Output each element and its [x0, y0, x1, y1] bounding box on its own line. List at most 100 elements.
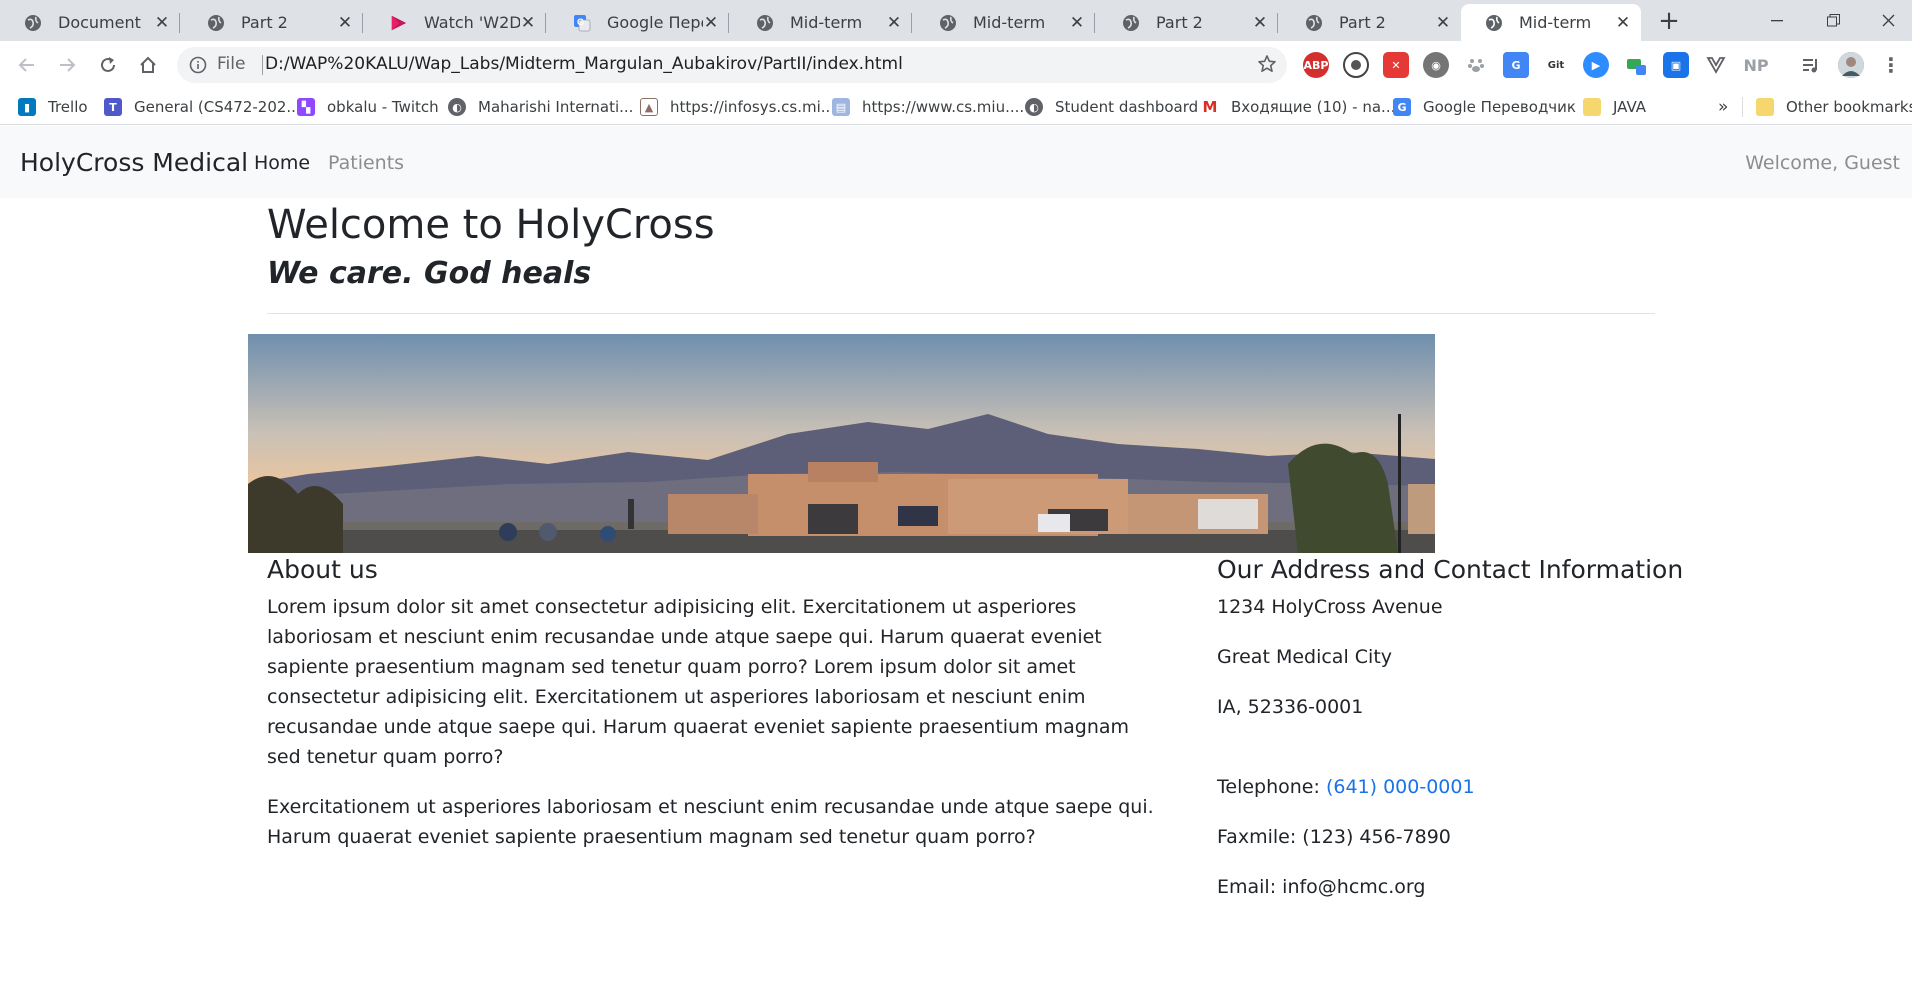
- site-navbar: HolyCross Medical Home Patients Welcome,…: [0, 126, 1912, 198]
- bookmark-label: Google Переводчик: [1423, 98, 1576, 116]
- browser-tab[interactable]: Part 2 ✕: [183, 4, 363, 41]
- browser-tab[interactable]: Mid-term ✕: [732, 4, 912, 41]
- media-control-icon[interactable]: [1798, 52, 1824, 78]
- globe-icon: [1305, 14, 1323, 32]
- site-brand[interactable]: HolyCross Medical: [20, 148, 248, 177]
- np-extension-icon[interactable]: NP: [1743, 52, 1769, 78]
- address-scheme: File: [217, 54, 246, 74]
- box-extension-icon[interactable]: ▣: [1663, 52, 1689, 78]
- vue-devtools-icon[interactable]: [1703, 52, 1729, 78]
- new-tab-button[interactable]: +: [1655, 8, 1683, 36]
- close-tab-icon[interactable]: ✕: [1069, 14, 1085, 31]
- address-url[interactable]: D:/WAP%20KALU/Wap_Labs/Midterm_Margulan_…: [265, 54, 903, 74]
- tab-separator: [728, 13, 729, 33]
- browser-toolbar: File D:/WAP%20KALU/Wap_Labs/Midterm_Marg…: [0, 41, 1912, 89]
- browser-menu-icon[interactable]: ⋮: [1878, 52, 1904, 78]
- bookmarks-overflow-button[interactable]: »: [1718, 95, 1728, 119]
- address-bar[interactable]: File D:/WAP%20KALU/Wap_Labs/Midterm_Marg…: [177, 47, 1287, 83]
- close-window-button[interactable]: [1860, 0, 1912, 41]
- about-paragraph: Exercitationem ut asperiores laboriosam …: [267, 796, 1154, 848]
- close-tab-icon[interactable]: ✕: [1615, 14, 1631, 31]
- close-tab-icon[interactable]: ✕: [703, 14, 719, 31]
- bookmark-label: Maharishi Internati...: [478, 98, 634, 116]
- nav-link-patients[interactable]: Patients: [328, 152, 404, 174]
- play-icon: [390, 14, 408, 32]
- minimize-window-button[interactable]: [1749, 0, 1805, 41]
- user-greeting: Welcome, Guest: [1745, 152, 1900, 174]
- gmail-icon: M: [1201, 98, 1219, 116]
- close-tab-icon[interactable]: ✕: [1435, 14, 1451, 31]
- bookmark-folder[interactable]: JAVA: [1583, 95, 1646, 119]
- browser-tab[interactable]: Part 2 ✕: [1281, 4, 1461, 41]
- web-page: HolyCross Medical Home Patients Welcome,…: [0, 126, 1912, 1008]
- adblock-plus-icon[interactable]: ABP: [1303, 52, 1329, 78]
- zoom-extension-icon[interactable]: ▶: [1583, 52, 1609, 78]
- browser-tab[interactable]: Watch 'W2D5 - ✕: [366, 4, 546, 41]
- google-translate-extension-icon[interactable]: G: [1503, 52, 1529, 78]
- fax-number: (123) 456-7890: [1302, 826, 1451, 848]
- globe-icon: [756, 14, 774, 32]
- nav-link-home[interactable]: Home: [254, 152, 310, 174]
- twitch-icon: ▚: [297, 98, 315, 116]
- forward-button[interactable]: [54, 52, 80, 78]
- bookmark-item[interactable]: ▮ Trello: [18, 95, 88, 119]
- bookmark-item[interactable]: T General (CS472-202...: [104, 95, 301, 119]
- home-button[interactable]: [135, 52, 161, 78]
- telephone-label: Telephone:: [1217, 776, 1320, 798]
- shield-extension-icon[interactable]: ✕: [1383, 52, 1409, 78]
- git-zip-extension-icon[interactable]: Git: [1543, 52, 1569, 78]
- bookmark-item[interactable]: M Входящие (10) - na...: [1201, 95, 1395, 119]
- fax-line: Faxmile: (123) 456-7890: [1217, 822, 1667, 852]
- globe-icon: [24, 14, 42, 32]
- folder-icon: [1583, 98, 1601, 116]
- bookmark-label: https://infosys.cs.mi...: [670, 98, 836, 116]
- close-tab-icon[interactable]: ✕: [154, 14, 170, 31]
- fax-label: Faxmile:: [1217, 826, 1297, 848]
- page-icon: ▤: [832, 98, 850, 116]
- bookmark-item[interactable]: ◐ Maharishi Internati...: [448, 95, 633, 119]
- bookmark-star-icon[interactable]: [1257, 54, 1277, 78]
- back-button[interactable]: [14, 52, 40, 78]
- contact-heading: Our Address and Contact Information: [1217, 555, 1684, 584]
- paw-extension-icon[interactable]: [1463, 52, 1489, 78]
- bookmark-label: Other bookmarks: [1786, 98, 1912, 116]
- bookmark-item[interactable]: ▚ obkalu - Twitch: [297, 95, 439, 119]
- browser-tab-strip: Document ✕ Part 2 ✕ Watch 'W2D5 - ✕ G Go…: [0, 0, 1912, 41]
- trello-icon: ▮: [18, 98, 36, 116]
- address-city: Great Medical City: [1217, 646, 1393, 668]
- extension-circle-icon[interactable]: [1343, 52, 1369, 78]
- restore-window-button[interactable]: [1805, 0, 1861, 41]
- browser-tab[interactable]: Document ✕: [0, 4, 180, 41]
- bookmark-item[interactable]: ▲ https://infosys.cs.mi...: [640, 95, 835, 119]
- browser-tab[interactable]: Part 2 ✕: [1098, 4, 1278, 41]
- browser-tab-title: Part 2: [241, 13, 288, 32]
- close-tab-icon[interactable]: ✕: [886, 14, 902, 31]
- dino-extension-icon[interactable]: ◉: [1423, 52, 1449, 78]
- browser-tab-active[interactable]: Mid-term ✕: [1461, 4, 1641, 41]
- close-tab-icon[interactable]: ✕: [1252, 14, 1268, 31]
- address-state-zip: IA, 52336-0001: [1217, 696, 1364, 718]
- browser-tab[interactable]: Mid-term ✕: [915, 4, 1095, 41]
- contact-section: Our Address and Contact Information 1234…: [1217, 552, 1684, 902]
- reload-button[interactable]: [95, 52, 121, 78]
- close-tab-icon[interactable]: ✕: [520, 14, 536, 31]
- bookmark-item[interactable]: ◐ Student dashboard: [1025, 95, 1198, 119]
- about-paragraph: Lorem ipsum dolor sit amet consectetur a…: [267, 596, 1130, 768]
- browser-tab-title: Part 2: [1339, 13, 1386, 32]
- tab-separator: [179, 13, 180, 33]
- telephone-link[interactable]: (641) 000-0001: [1326, 776, 1475, 798]
- site-info-icon[interactable]: [189, 56, 207, 78]
- tab-separator: [1277, 13, 1278, 33]
- bookmark-item[interactable]: G Google Переводчик: [1393, 95, 1576, 119]
- browser-tab[interactable]: G Google Перевод ✕: [549, 4, 729, 41]
- other-bookmarks-folder[interactable]: Other bookmarks: [1756, 95, 1912, 119]
- download-extension-icon[interactable]: [1623, 52, 1649, 78]
- bookmark-label: General (CS472-202...: [134, 98, 301, 116]
- globe-icon: [1122, 14, 1140, 32]
- bookmark-item[interactable]: ▤ https://www.cs.miu....: [832, 95, 1024, 119]
- close-tab-icon[interactable]: ✕: [337, 14, 353, 31]
- page-subtitle: We care. God heals: [267, 256, 592, 291]
- about-heading: About us: [267, 555, 378, 584]
- email-label: Email:: [1217, 876, 1277, 898]
- profile-avatar[interactable]: [1838, 52, 1864, 78]
